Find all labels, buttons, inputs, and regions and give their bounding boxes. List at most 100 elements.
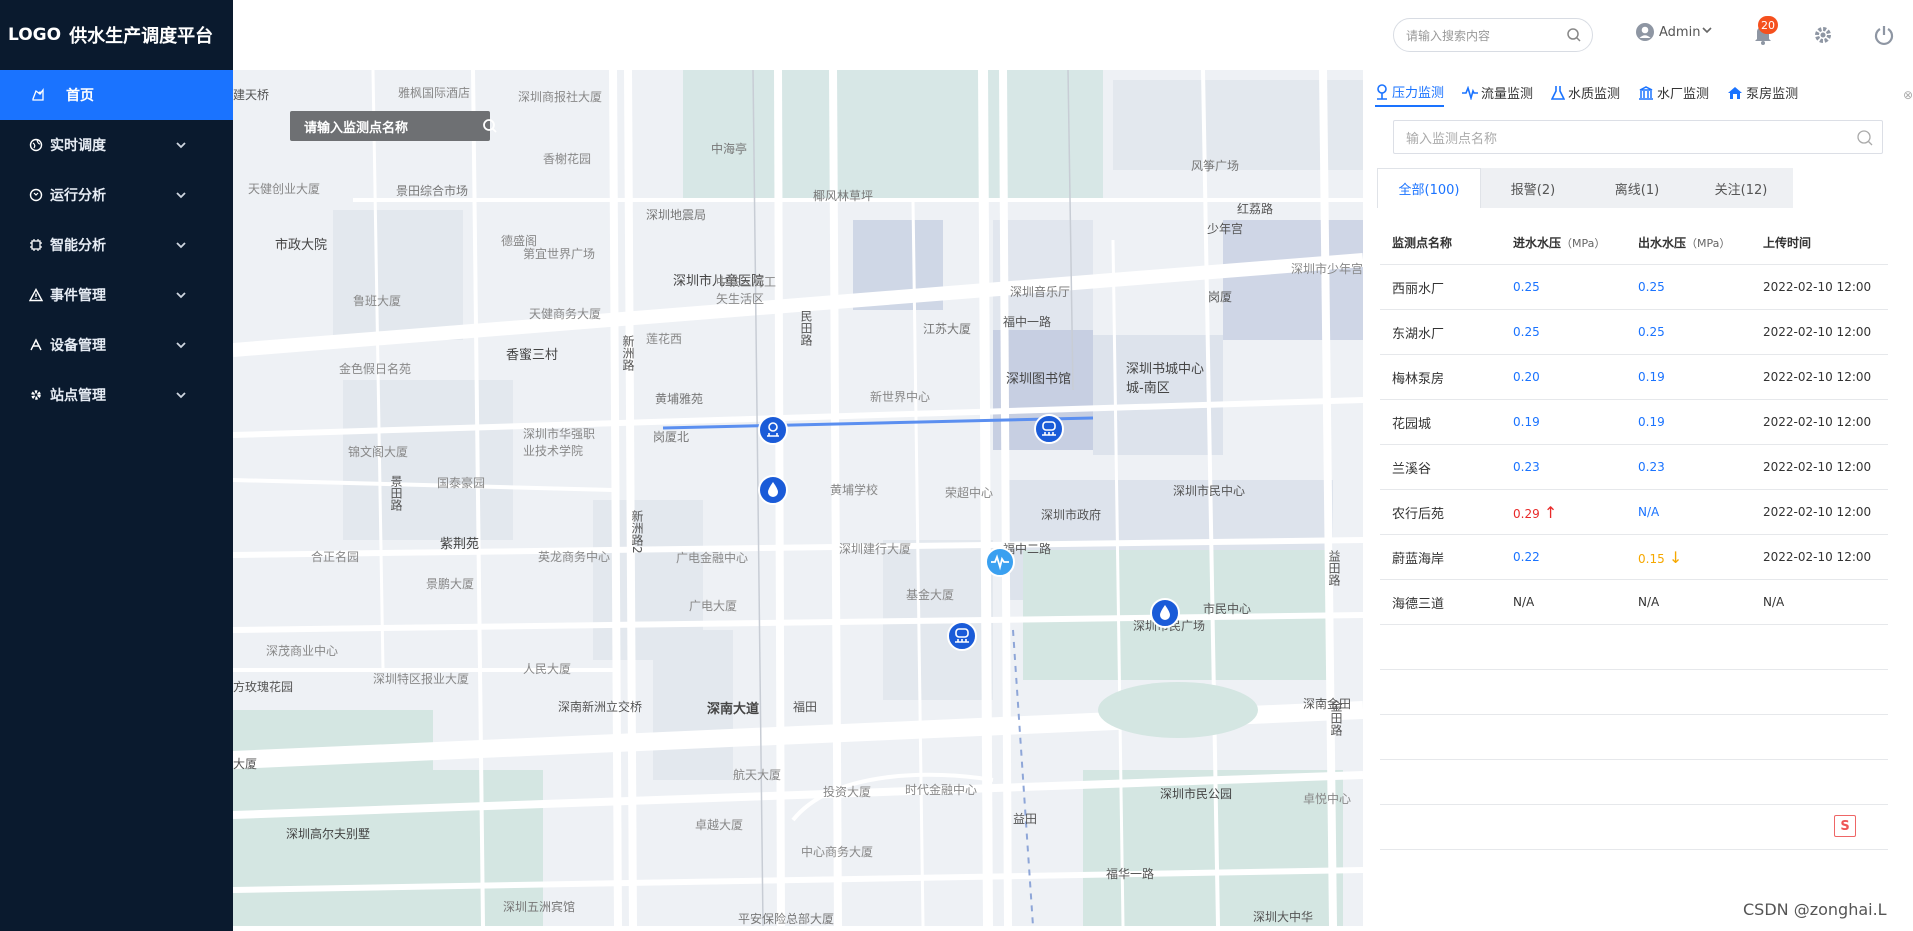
sidebar-item-smart[interactable]: 智能分析	[0, 220, 233, 270]
sidebar-item-home[interactable]: 首页	[0, 70, 233, 120]
map-search-placeholder: 请输入监测点名称	[304, 120, 409, 136]
user-name: Admin	[1659, 24, 1701, 40]
col-time-header: 上传时间	[1763, 235, 1812, 250]
cell-outlet: 0.23	[1638, 460, 1763, 475]
search-icon[interactable]	[1566, 27, 1582, 46]
logo-mark: LOGO	[8, 25, 62, 45]
empty-row	[1380, 760, 1888, 805]
outlet-value: 0.25	[1638, 279, 1665, 294]
notification-badge: 20	[1758, 16, 1778, 34]
arrow-up-icon: ↑	[1543, 502, 1558, 522]
sidebar-item-label: 设备管理	[50, 338, 106, 354]
inlet-value: 0.25	[1513, 324, 1540, 339]
sidebar-item-label: 站点管理	[50, 388, 106, 404]
outlet-value: 0.15	[1638, 551, 1665, 566]
cell-name: 海德三道	[1392, 596, 1445, 612]
cell-time: 2022-02-10 12:00	[1763, 460, 1872, 474]
table-row[interactable]: 东湖水厂 0.25 0.25 2022-02-10 12:00	[1380, 310, 1888, 355]
sidebar-item-devices[interactable]: 设备管理	[0, 320, 233, 370]
table-header: 监测点名称 进水水压（MPa） 出水水压（MPa） 上传时间	[1380, 220, 1888, 265]
outlet-value: N/A	[1638, 594, 1660, 609]
table-row[interactable]: 花园城 0.19 0.19 2022-02-10 12:00	[1380, 400, 1888, 445]
sidebar-item-analysis[interactable]: 运行分析	[0, 170, 233, 220]
sidebar-item-label: 首页	[66, 88, 94, 104]
tab-label: 水厂监测	[1657, 87, 1710, 102]
empty-row	[1380, 715, 1888, 760]
cell-time: 2022-02-10 12:00	[1763, 550, 1872, 564]
map-canvas	[233, 70, 1363, 926]
table-row[interactable]: 梅林泵房 0.20 0.19 2022-02-10 12:00	[1380, 355, 1888, 400]
flow-icon	[1462, 85, 1479, 100]
global-search-input[interactable]: 请输入搜索内容	[1393, 18, 1593, 52]
pressure-icon	[1375, 83, 1389, 100]
unit-label: （MPa）	[1686, 236, 1731, 250]
cell-name: 梅林泵房	[1392, 371, 1445, 387]
monitor-search-placeholder: 输入监测点名称	[1406, 131, 1498, 147]
tab-water-quality[interactable]: 水质监测	[1551, 82, 1620, 107]
table-row[interactable]: 兰溪谷 0.23 0.23 2022-02-10 12:00	[1380, 445, 1888, 490]
filter-all[interactable]: 全部(100)	[1377, 168, 1481, 208]
flask-icon	[1551, 85, 1566, 101]
warning-icon	[28, 287, 44, 303]
map-view[interactable]: 深圳市儿童医院 深圳图书馆 深圳书城中心城-南区 深圳市民中心 深圳市政府 深圳…	[233, 70, 1363, 926]
outlet-value: 0.25	[1638, 324, 1665, 339]
cell-inlet: N/A	[1513, 595, 1638, 610]
search-icon[interactable]	[1856, 129, 1874, 151]
power-icon[interactable]	[1873, 24, 1895, 50]
chevron-down-icon	[173, 337, 189, 353]
col-outlet-header: 出水水压（MPa）	[1638, 234, 1763, 251]
arrow-down-icon: ↓	[1668, 547, 1683, 567]
sidebar-item-label: 实时调度	[50, 138, 106, 154]
cell-inlet: 0.22	[1513, 550, 1638, 565]
cell-time: 2022-02-10 12:00	[1763, 415, 1872, 429]
cell-name: 西丽水厂	[1392, 281, 1445, 297]
chevron-down-icon	[173, 137, 189, 153]
cell-inlet: 0.25	[1513, 280, 1638, 295]
close-icon[interactable]: ⊗	[1903, 88, 1913, 102]
sidebar-item-stations[interactable]: 站点管理	[0, 370, 233, 420]
sidebar-item-events[interactable]: 事件管理	[0, 270, 233, 320]
s-logo-icon[interactable]: S	[1834, 815, 1856, 837]
cell-time: 2022-02-10 12:00	[1763, 280, 1872, 294]
cell-inlet: 0.29 ↑	[1513, 503, 1638, 522]
filter-tabs: 全部(100) 报警(2) 离线(1) 关注(12)	[1377, 168, 1793, 208]
inlet-value: 0.29	[1513, 506, 1540, 521]
outlet-value: N/A	[1638, 504, 1660, 519]
tab-pressure[interactable]: 压力监测	[1375, 82, 1445, 107]
table-row[interactable]: 农行后苑 0.29 ↑ N/A 2022-02-10 12:00	[1380, 490, 1888, 535]
cell-outlet: N/A	[1638, 595, 1763, 610]
chevron-down-icon	[173, 387, 189, 403]
table-row[interactable]: 西丽水厂 0.25 0.25 2022-02-10 12:00	[1380, 265, 1888, 310]
filter-alarm[interactable]: 报警(2)	[1481, 168, 1585, 208]
global-search-placeholder: 请输入搜索内容	[1406, 28, 1491, 43]
col-name-header: 监测点名称	[1392, 235, 1453, 250]
tab-label: 流量监测	[1481, 87, 1534, 102]
tab-pump-house[interactable]: 泵房监测	[1727, 82, 1798, 107]
device-icon	[28, 337, 44, 353]
settings-icon[interactable]	[1812, 24, 1834, 50]
cell-outlet: 0.19	[1638, 370, 1763, 385]
monitor-point-search-input[interactable]: 输入监测点名称	[1393, 120, 1883, 154]
map-search-input[interactable]: 请输入监测点名称	[290, 111, 497, 141]
cell-outlet: 0.19	[1638, 415, 1763, 430]
filter-follow[interactable]: 关注(12)	[1689, 168, 1793, 208]
user-menu[interactable]: Admin	[1635, 22, 1714, 42]
avatar-icon	[1635, 22, 1655, 42]
col-inlet-header: 进水水压（MPa）	[1513, 234, 1638, 251]
chevron-down-icon	[173, 237, 189, 253]
sidebar-item-realtime[interactable]: 实时调度	[0, 120, 233, 170]
filter-offline[interactable]: 离线(1)	[1585, 168, 1689, 208]
cell-inlet: 0.20	[1513, 370, 1638, 385]
table-row[interactable]: 海德三道 N/A N/A N/A	[1380, 580, 1888, 625]
table-row[interactable]: 蔚蓝海岸 0.22 0.15 ↓ 2022-02-10 12:00	[1380, 535, 1888, 580]
sidebar-menu: 首页 实时调度 运行分析 智能分析 事件管理 设备管理 站点管理	[0, 70, 233, 420]
cell-time: 2022-02-10 12:00	[1763, 505, 1872, 519]
tab-flow[interactable]: 流量监测	[1462, 82, 1533, 107]
tab-water-plant[interactable]: 水厂监测	[1638, 82, 1709, 107]
logo: LOGO 供水生产调度平台	[0, 0, 233, 70]
chip-icon	[28, 237, 44, 253]
cell-name: 蔚蓝海岸	[1392, 551, 1445, 567]
empty-row	[1380, 625, 1888, 670]
pump-house-icon	[1727, 86, 1743, 100]
outlet-value: 0.23	[1638, 459, 1665, 474]
